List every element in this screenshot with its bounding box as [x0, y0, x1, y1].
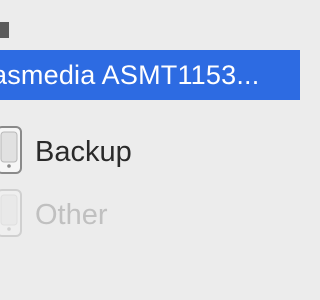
external-drive-icon	[0, 126, 22, 174]
disk-sidebar: asmedia ASMT1153... Backup Other	[0, 0, 300, 300]
top-edge-fragment	[0, 22, 9, 38]
sidebar-item-other: Other	[0, 185, 300, 245]
sidebar-item-label: asmedia ASMT1153...	[0, 60, 260, 90]
sidebar-item-label: Other	[35, 199, 108, 231]
sidebar-item-asmedia[interactable]: asmedia ASMT1153...	[0, 50, 300, 100]
external-drive-icon	[0, 189, 22, 237]
sidebar-item-backup[interactable]: Backup	[0, 122, 300, 182]
sidebar-item-label: Backup	[35, 136, 132, 168]
